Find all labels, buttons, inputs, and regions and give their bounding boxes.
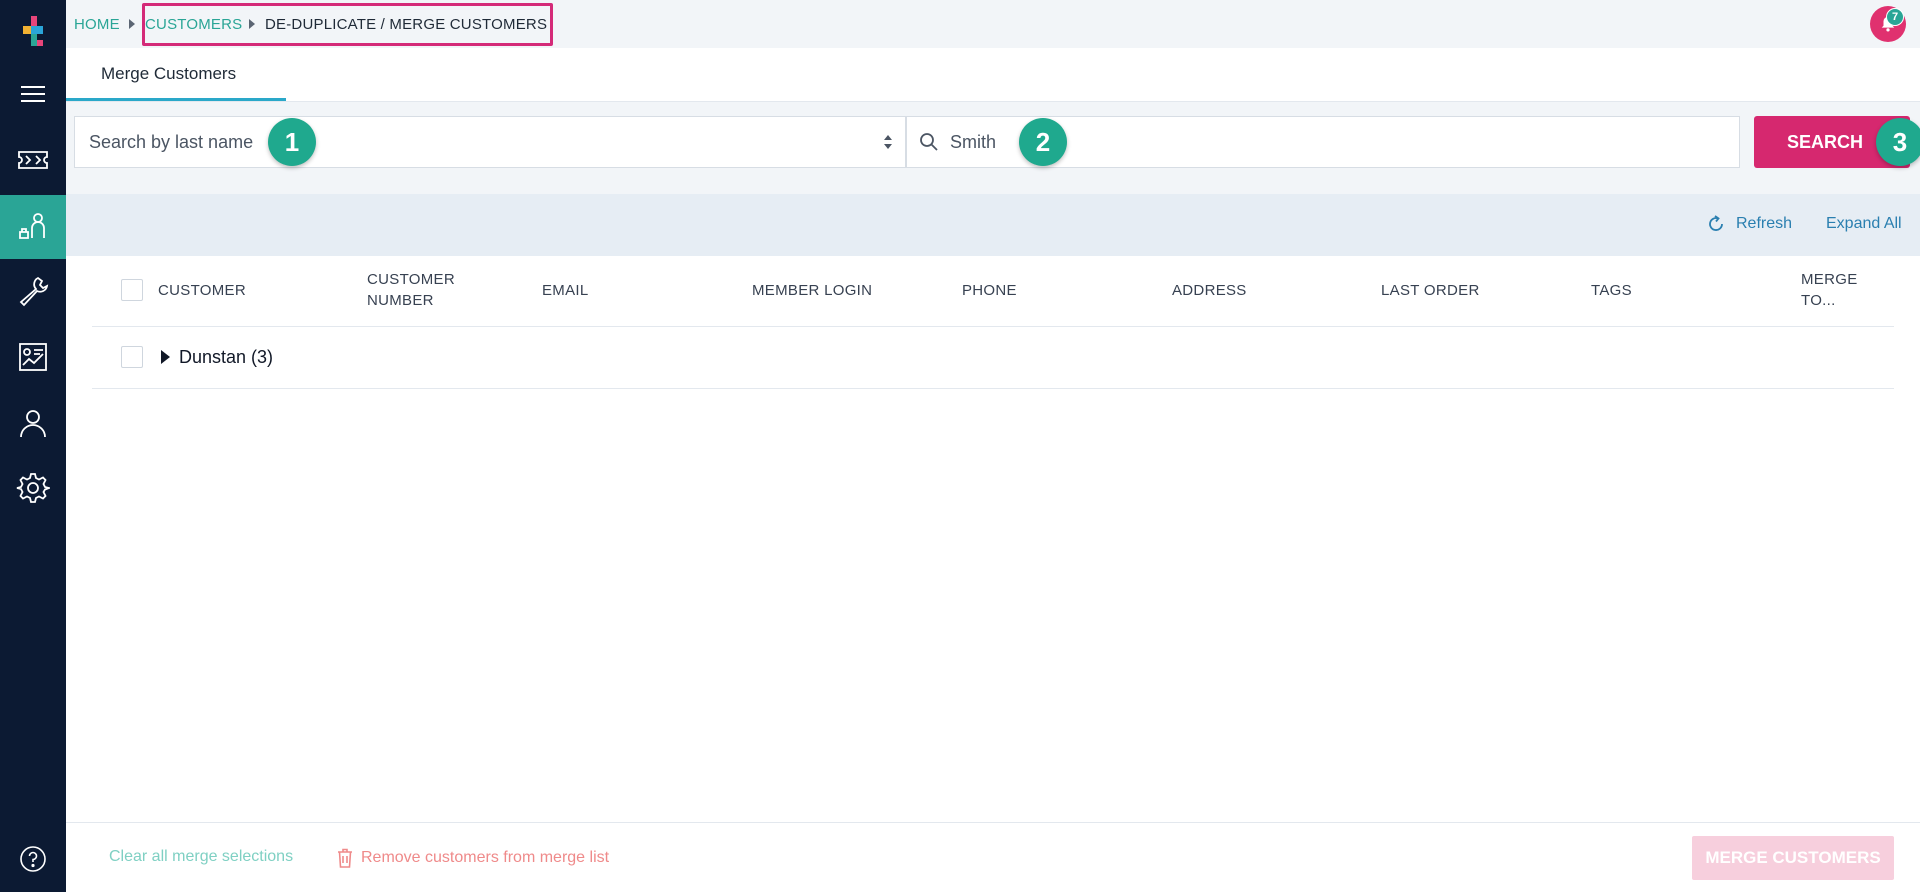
- column-header-customer: CUSTOMER: [158, 282, 246, 299]
- tools-icon: [19, 276, 49, 307]
- trash-icon: [338, 848, 352, 868]
- column-header-merge-to-line2: TO...: [1801, 292, 1836, 309]
- search-mode-select[interactable]: Search by last name: [74, 116, 906, 168]
- column-header-last-order: LAST ORDER: [1381, 282, 1480, 299]
- brand-logo[interactable]: [17, 14, 49, 50]
- column-header-phone: PHONE: [962, 282, 1017, 299]
- help-icon[interactable]: [19, 845, 47, 873]
- sidebar-item-tools[interactable]: [0, 259, 66, 323]
- menu-icon: [21, 86, 45, 102]
- tab-bar: Merge Customers: [66, 48, 1920, 102]
- step-marker-1: 1: [268, 118, 316, 166]
- user-icon: [20, 410, 46, 438]
- column-header-email: EMAIL: [542, 282, 589, 299]
- column-header-address: ADDRESS: [1172, 282, 1247, 299]
- step-marker-2: 2: [1019, 118, 1067, 166]
- customer-group-label[interactable]: Dunstan (3): [179, 347, 273, 368]
- column-header-tags: TAGS: [1591, 282, 1632, 299]
- refresh-button[interactable]: Refresh: [1706, 214, 1792, 234]
- customers-icon: [19, 213, 45, 239]
- sidebar-item-customers[interactable]: [0, 195, 66, 259]
- notification-count-badge: 7: [1886, 8, 1904, 26]
- merge-customers-button[interactable]: MERGE CUSTOMERS: [1692, 836, 1894, 880]
- refresh-icon: [1709, 215, 1723, 231]
- remove-from-merge-list-link[interactable]: Remove customers from merge list: [335, 847, 609, 869]
- column-header-customer-number-line1: CUSTOMER: [367, 271, 455, 288]
- sidebar-item-settings[interactable]: [0, 456, 66, 520]
- column-header-member-login: MEMBER LOGIN: [752, 282, 873, 299]
- expand-row-caret-icon[interactable]: [161, 350, 170, 364]
- reports-icon: [19, 343, 47, 371]
- select-all-checkbox[interactable]: [121, 279, 143, 301]
- column-header-merge-to: MERGE TO...: [1801, 269, 1858, 311]
- search-query-value[interactable]: Smith: [950, 132, 996, 153]
- select-arrows-icon: [884, 135, 892, 149]
- remove-from-merge-list-label: Remove customers from merge list: [361, 849, 610, 866]
- table-row: [92, 327, 1894, 389]
- tab-merge-customers[interactable]: Merge Customers: [66, 48, 286, 102]
- sidebar-menu-toggle[interactable]: [0, 62, 66, 126]
- settings-icon: [16, 473, 50, 503]
- sidebar-item-tickets[interactable]: [0, 128, 66, 192]
- sidebar-item-reports[interactable]: [0, 325, 66, 389]
- active-tab-indicator: [66, 98, 286, 101]
- expand-all-button[interactable]: Expand All: [1826, 215, 1902, 233]
- ticket-icon: [18, 151, 48, 169]
- refresh-label: Refresh: [1736, 215, 1793, 232]
- breadcrumb-highlight: [142, 3, 553, 46]
- breadcrumb-home[interactable]: HOME: [74, 16, 120, 33]
- clear-merge-selections-link[interactable]: Clear all merge selections: [109, 848, 293, 866]
- results-toolbar: [66, 194, 1920, 256]
- sidebar: [0, 0, 66, 892]
- search-icon: [920, 133, 938, 151]
- column-header-customer-number: CUSTOMER NUMBER: [367, 269, 455, 311]
- step-marker-3: 3: [1876, 118, 1920, 166]
- breadcrumb-separator-icon: [129, 19, 135, 29]
- sidebar-item-users[interactable]: [0, 391, 66, 455]
- row-checkbox[interactable]: [121, 346, 143, 368]
- column-header-merge-to-line1: MERGE: [1801, 271, 1858, 288]
- column-header-customer-number-line2: NUMBER: [367, 292, 434, 309]
